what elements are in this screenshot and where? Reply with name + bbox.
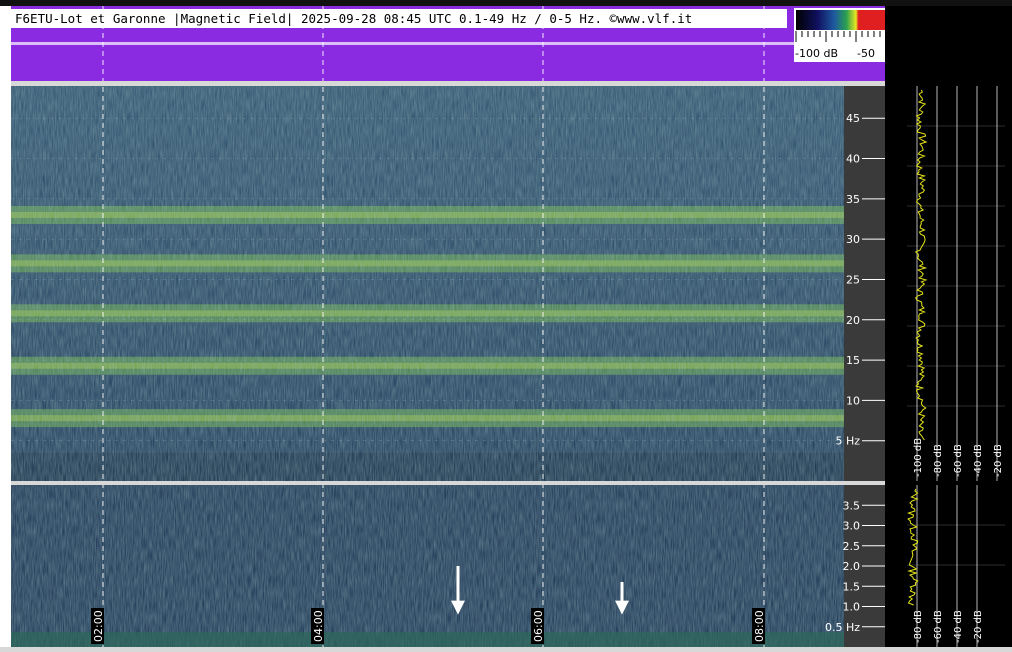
colorbar-label-mid: -50 <box>857 47 875 60</box>
header-divider <box>11 42 885 45</box>
colorbar-label-min: -100 dB <box>795 47 838 60</box>
y-tick-label: 2.5 <box>843 540 861 553</box>
time-label: 06:00 <box>532 610 545 642</box>
chart-title: F6ETU-Lot et Garonne |Magnetic Field| 20… <box>15 11 692 26</box>
bottom-border <box>0 647 1012 652</box>
top-border <box>0 0 1012 6</box>
y-tick-label: 20 <box>846 314 860 327</box>
y-tick-label: 3.0 <box>843 520 861 533</box>
y-tick-label: 1.0 <box>843 601 861 614</box>
time-label: 08:00 <box>753 610 766 642</box>
profile-tick-label: -20 dB <box>993 444 1004 477</box>
lower-spectrogram <box>11 485 844 647</box>
y-tick-label: 30 <box>846 233 860 246</box>
y-tick-label: 3.5 <box>843 499 861 512</box>
upper-spectrogram <box>11 86 844 481</box>
y-tick-label: 10 <box>846 394 860 407</box>
panel-separator <box>11 481 885 485</box>
profile-tick-label: -40 dB <box>973 444 984 477</box>
y-tick-label: 2.0 <box>843 560 861 573</box>
profile-tick-label: -100 dB <box>913 438 924 477</box>
y-tick-label: 1.5 <box>843 580 861 593</box>
y-tick-label: 0.5 Hz <box>825 621 860 634</box>
time-label: 04:00 <box>312 610 325 642</box>
y-tick-label: 45 <box>846 112 860 125</box>
profile-tick-label: -20 dB <box>973 610 984 643</box>
header-separator <box>11 81 885 86</box>
y-tick-label: 35 <box>846 193 860 206</box>
time-label: 02:00 <box>92 610 105 642</box>
profile-tick-label: -60 dB <box>933 610 944 643</box>
profile-tick-label: -80 dB <box>913 610 924 643</box>
profile-tick-label: -60 dB <box>953 444 964 477</box>
profile-tick-label: -40 dB <box>953 610 964 643</box>
y-tick-label: 5 Hz <box>835 435 860 448</box>
y-tick-label: 15 <box>846 354 860 367</box>
vlf-spectrogram-display: F6ETU-Lot et Garonne |Magnetic Field| 20… <box>0 0 1012 652</box>
y-tick-label: 40 <box>846 153 860 166</box>
profile-panel-bg <box>885 6 1012 652</box>
profile-tick-label: -80 dB <box>933 444 944 477</box>
y-tick-label: 25 <box>846 273 860 286</box>
